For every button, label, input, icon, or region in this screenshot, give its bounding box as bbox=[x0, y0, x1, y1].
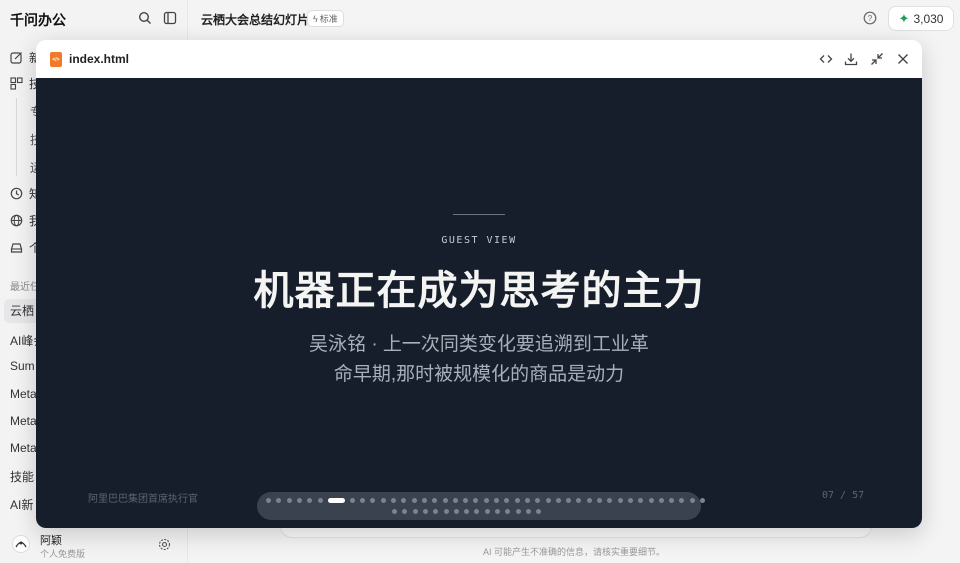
slide-dot[interactable] bbox=[392, 509, 397, 514]
slide-dot[interactable] bbox=[617, 498, 623, 503]
slide-dot[interactable] bbox=[576, 498, 582, 503]
slide-dot[interactable] bbox=[433, 509, 439, 514]
apps-icon bbox=[10, 76, 23, 90]
slide-dot[interactable] bbox=[505, 509, 511, 514]
slide-quote-line: 吴泳铭 · 上一次同类变化要追溯到工业革 bbox=[309, 334, 649, 355]
slide-dot[interactable] bbox=[412, 509, 418, 514]
doc-mode-badge[interactable]: ϟ 标准 bbox=[307, 10, 344, 27]
html-file-icon: </> bbox=[50, 52, 62, 67]
slide-dot[interactable] bbox=[658, 498, 664, 503]
close-icon[interactable] bbox=[896, 52, 910, 66]
slide-dot[interactable] bbox=[266, 498, 271, 503]
slide-dot[interactable] bbox=[402, 509, 408, 514]
credits-button[interactable]: ✦ 3,030 bbox=[888, 6, 954, 31]
file-preview-panel: </> index.html GUEST VIEW 机器正在成为思考的主力 吴泳… bbox=[36, 40, 922, 528]
code-view-icon[interactable] bbox=[819, 52, 833, 66]
slide-dot[interactable] bbox=[495, 509, 500, 514]
slide-dot[interactable] bbox=[370, 498, 376, 503]
slide-headline: 机器正在成为思考的主力 bbox=[253, 267, 705, 314]
slide-dot[interactable] bbox=[514, 498, 520, 503]
slide-dot[interactable] bbox=[648, 498, 654, 503]
slide-dot[interactable] bbox=[515, 509, 521, 514]
preview-header: </> index.html bbox=[36, 40, 922, 78]
user-name: 阿颖 bbox=[40, 535, 62, 547]
slide-dot[interactable] bbox=[700, 498, 705, 503]
slide-dot[interactable] bbox=[555, 498, 561, 503]
slide-dot[interactable] bbox=[452, 498, 458, 503]
slide-dot[interactable] bbox=[689, 498, 695, 503]
slide-quote: 吴泳铭 · 上一次同类变化要追溯到工业革 命早期,那时被规模化的商品是动力 bbox=[279, 330, 679, 390]
slide-dot[interactable] bbox=[442, 498, 448, 503]
credits-count: 3,030 bbox=[913, 11, 944, 26]
slide-dot[interactable] bbox=[627, 498, 633, 503]
slide-dot[interactable] bbox=[566, 498, 572, 503]
slide-dot[interactable] bbox=[545, 498, 551, 503]
slide-divider bbox=[453, 214, 505, 215]
speaker-role: 阿里巴巴集团首席执行官 bbox=[88, 494, 198, 505]
app-brand: 千问办公 bbox=[10, 12, 66, 28]
edit-icon bbox=[10, 51, 22, 64]
user-plan: 个人免费版 bbox=[40, 549, 86, 559]
sidebar-toggle-icon[interactable] bbox=[163, 11, 177, 25]
slide-dot-active[interactable] bbox=[327, 498, 345, 503]
slide-dot[interactable] bbox=[421, 498, 427, 503]
slide-dot[interactable] bbox=[535, 498, 541, 503]
drive-icon bbox=[10, 242, 23, 253]
slide-page-indicator: 07 / 57 bbox=[822, 490, 865, 501]
gear-icon[interactable] bbox=[158, 538, 171, 551]
slide-dot[interactable] bbox=[391, 498, 396, 503]
document-title: 云栖大会总结幻灯片 bbox=[201, 13, 310, 27]
lightning-icon: ϟ bbox=[313, 13, 318, 24]
slide-kicker: GUEST VIEW bbox=[441, 235, 517, 246]
slide-dot[interactable] bbox=[464, 509, 470, 514]
slide-dot[interactable] bbox=[483, 498, 489, 503]
clock-icon bbox=[10, 187, 23, 199]
slide-dot[interactable] bbox=[524, 498, 530, 503]
slide-dot[interactable] bbox=[463, 498, 469, 503]
slide-dot[interactable] bbox=[360, 498, 366, 503]
sub-items-guide bbox=[16, 98, 17, 176]
slide-dot[interactable] bbox=[349, 498, 355, 503]
file-name: index.html bbox=[69, 52, 130, 66]
slide-dot[interactable] bbox=[296, 498, 302, 503]
slide-dot[interactable] bbox=[504, 498, 510, 503]
globe-icon bbox=[10, 214, 23, 226]
slide-dot[interactable] bbox=[411, 498, 417, 503]
slide-dot[interactable] bbox=[286, 498, 292, 503]
slide-dot[interactable] bbox=[380, 498, 386, 503]
svg-text:?: ? bbox=[868, 14, 873, 23]
slide-dot[interactable] bbox=[669, 498, 675, 503]
download-icon[interactable] bbox=[844, 52, 858, 66]
slide-dot[interactable] bbox=[607, 498, 613, 503]
slide-dot[interactable] bbox=[276, 498, 282, 503]
slide-dot[interactable] bbox=[453, 509, 459, 514]
slide-dot[interactable] bbox=[586, 498, 592, 503]
help-icon[interactable]: ? bbox=[863, 11, 877, 25]
slide-dot[interactable] bbox=[307, 498, 313, 503]
slide-dot[interactable] bbox=[638, 498, 644, 503]
sparkle-icon: ✦ bbox=[898, 10, 910, 26]
slide-dot[interactable] bbox=[597, 498, 602, 503]
slide-dot[interactable] bbox=[494, 498, 499, 503]
doc-mode-label: 标准 bbox=[319, 14, 338, 24]
slide-dot[interactable] bbox=[484, 509, 490, 514]
slide-dot[interactable] bbox=[443, 509, 449, 514]
slide-dot[interactable] bbox=[536, 509, 542, 514]
slide-quote-line: 命早期,那时被规模化的商品是动力 bbox=[333, 364, 625, 385]
search-icon[interactable] bbox=[138, 11, 152, 25]
ai-disclaimer: AI 可能产生不准确的信息，请核实重要细节。 bbox=[482, 547, 665, 557]
slide-dot[interactable] bbox=[422, 509, 428, 514]
slide-navigation-dots[interactable] bbox=[257, 492, 705, 520]
collapse-icon[interactable] bbox=[870, 52, 884, 66]
slide-dot[interactable] bbox=[679, 498, 685, 503]
slide-canvas: GUEST VIEW 机器正在成为思考的主力 吴泳铭 · 上一次同类变化要追溯到… bbox=[36, 78, 922, 528]
slide-dot[interactable] bbox=[317, 498, 323, 503]
slide-dot[interactable] bbox=[432, 498, 438, 503]
slide-dot[interactable] bbox=[401, 498, 407, 503]
slide-dot[interactable] bbox=[525, 509, 531, 514]
slide-dot[interactable] bbox=[474, 509, 480, 514]
slide-dot[interactable] bbox=[473, 498, 479, 503]
avatar[interactable] bbox=[12, 535, 30, 553]
